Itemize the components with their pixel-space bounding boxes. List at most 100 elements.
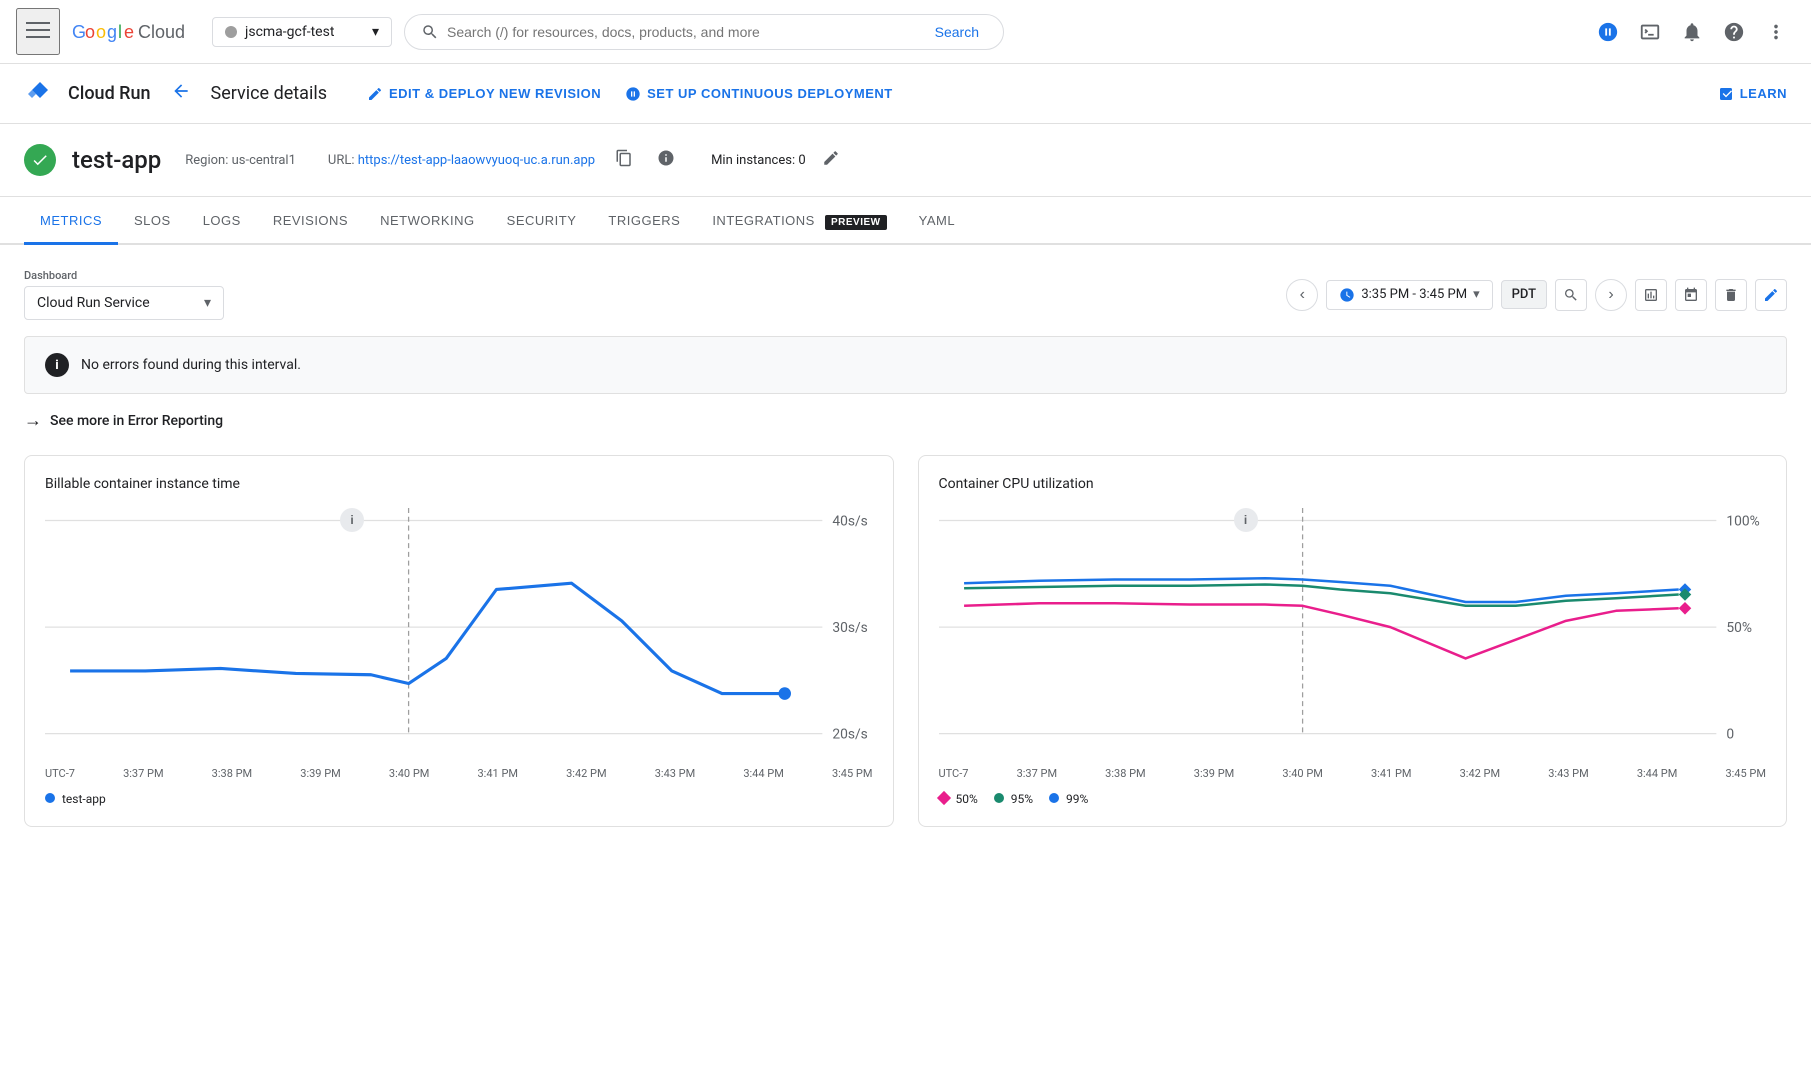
service-status-icon — [24, 144, 56, 176]
notifications-button[interactable] — [1673, 13, 1711, 51]
error-reporting-label: See more in Error Reporting — [50, 413, 223, 429]
svg-text:G: G — [72, 22, 86, 42]
terminal-button[interactable] — [1631, 13, 1669, 51]
svg-text:o: o — [85, 22, 95, 42]
top-navigation: G o o g l e Cloud jscma-gcf-test ▾ Searc… — [0, 0, 1811, 64]
min-instances: Min instances: 0 — [711, 153, 806, 168]
cpu-chart-card: Container CPU utilization i — [918, 455, 1788, 827]
compare-button[interactable] — [1635, 279, 1667, 311]
page-title: Service details — [211, 83, 327, 104]
calendar-button[interactable] — [1675, 279, 1707, 311]
billable-chart-card: Billable container instance time i 40s/s — [24, 455, 894, 827]
cpu-chart-legend: 50% 95% 99% — [939, 792, 1767, 806]
time-range-selector[interactable]: 3:35 PM - 3:45 PM ▾ — [1326, 280, 1492, 310]
chevron-down-icon2: ▾ — [1473, 287, 1480, 302]
time-prev-button[interactable]: ‹ — [1286, 279, 1318, 311]
tab-slos[interactable]: SLOS — [118, 199, 187, 245]
time-next-button[interactable]: › — [1595, 279, 1627, 311]
svg-text:30s/s: 30s/s — [832, 620, 867, 636]
more-options-button[interactable] — [1757, 13, 1795, 51]
tab-yaml[interactable]: YAML — [903, 199, 971, 245]
error-reporting-link[interactable]: → See more in Error Reporting — [24, 410, 1787, 431]
menu-button[interactable] — [16, 8, 60, 55]
dashboard-controls: Dashboard Cloud Run Service ▾ ‹ 3:35 PM … — [24, 269, 1787, 320]
search-icon — [421, 23, 439, 41]
tab-revisions[interactable]: REVISIONS — [257, 199, 364, 245]
svg-text:100%: 100% — [1726, 514, 1759, 530]
info-button[interactable] — [653, 145, 679, 176]
project-name: jscma-gcf-test — [245, 24, 334, 40]
dashboard-value: Cloud Run Service — [37, 295, 150, 311]
billable-chart-area: i 40s/s 30s/s 20s/s — [45, 508, 873, 780]
line50-end — [1678, 602, 1691, 615]
project-selector[interactable]: jscma-gcf-test ▾ — [212, 17, 392, 47]
charts-row: Billable container instance time i 40s/s — [24, 455, 1787, 827]
google-cloud-logo: G o o g l e Cloud — [72, 20, 192, 44]
cloud-run-logo: Cloud Run — [24, 78, 151, 110]
legend-dot-99 — [1049, 793, 1059, 803]
service-url-link[interactable]: https://test-app-laaowvyuoq-uc.a.run.app — [358, 153, 595, 168]
search-input[interactable] — [447, 24, 919, 40]
cloud-run-icon — [24, 78, 56, 110]
dashboard-select[interactable]: Cloud Run Service ▾ — [24, 286, 224, 320]
help-button[interactable] — [1715, 13, 1753, 51]
tab-triggers[interactable]: TRIGGERS — [592, 199, 696, 245]
svg-text:Cloud: Cloud — [138, 22, 185, 42]
info-icon-circle: i — [45, 353, 69, 377]
cpu-chart-svg: 100% 50% 0 — [939, 508, 1767, 759]
error-banner-text: No errors found during this interval. — [81, 357, 301, 373]
error-banner: i No errors found during this interval. — [24, 336, 1787, 394]
service-url-label: URL: https://test-app-laaowvyuoq-uc.a.ru… — [328, 153, 595, 168]
legend-dot-testapp — [45, 793, 55, 803]
tabs-bar: METRICS SLOS LOGS REVISIONS NETWORKING S… — [0, 197, 1811, 245]
billable-chart-legend: test-app — [45, 792, 873, 806]
continuous-deploy-button[interactable]: SET UP CONTINUOUS DEPLOYMENT — [625, 86, 893, 102]
svg-text:20s/s: 20s/s — [832, 727, 867, 743]
search-bar[interactable]: Search — [404, 14, 1004, 50]
cpu-x-labels: UTC-7 3:37 PM 3:38 PM 3:39 PM 3:40 PM 3:… — [939, 767, 1767, 780]
back-button[interactable] — [167, 77, 195, 111]
copy-url-button[interactable] — [611, 145, 637, 176]
chevron-down-icon: ▾ — [372, 24, 379, 40]
service-name: test-app — [72, 146, 161, 174]
timezone-badge: PDT — [1501, 280, 1547, 309]
clock-icon — [1339, 287, 1355, 303]
tab-metrics[interactable]: METRICS — [24, 199, 118, 245]
svg-text:l: l — [118, 22, 122, 42]
legend-diamond-50 — [936, 791, 950, 805]
chevron-down-icon: ▾ — [204, 295, 211, 311]
edit-dashboard-button[interactable] — [1755, 279, 1787, 311]
metrics-content: Dashboard Cloud Run Service ▾ ‹ 3:35 PM … — [0, 245, 1811, 851]
tab-security[interactable]: SECURITY — [491, 199, 593, 245]
dashboard-label: Dashboard — [24, 269, 224, 282]
billable-chart-info-button[interactable]: i — [340, 508, 364, 532]
svg-text:0: 0 — [1726, 727, 1734, 743]
tab-logs[interactable]: LOGS — [187, 199, 257, 245]
service-region: Region: us-central1 — [185, 153, 296, 168]
edit-min-instances-button[interactable] — [822, 149, 840, 172]
tab-networking[interactable]: NETWORKING — [364, 199, 491, 245]
delete-button[interactable] — [1715, 279, 1747, 311]
time-range-value: 3:35 PM - 3:45 PM — [1361, 287, 1467, 302]
billable-chart-title: Billable container instance time — [45, 476, 873, 492]
cpu-chart-area: i — [939, 508, 1767, 780]
learn-button[interactable]: LEARN — [1718, 86, 1787, 102]
arrow-right-icon: → — [24, 410, 42, 431]
svg-text:e: e — [124, 22, 134, 42]
billable-chart-svg: 40s/s 30s/s 20s/s — [45, 508, 873, 759]
tab-integrations[interactable]: INTEGRATIONS PREVIEW — [696, 199, 902, 245]
nav-icons — [1589, 13, 1795, 51]
gemini-button[interactable] — [1589, 13, 1627, 51]
edit-deploy-button[interactable]: EDIT & DEPLOY NEW REVISION — [367, 86, 601, 102]
cpu-chart-info-button[interactable]: i — [1234, 508, 1258, 532]
zoom-button[interactable] — [1555, 279, 1587, 311]
svg-text:50%: 50% — [1726, 620, 1752, 636]
service-info-bar: test-app Region: us-central1 URL: https:… — [0, 124, 1811, 197]
svg-text:g: g — [107, 22, 117, 42]
legend-dot-95 — [994, 793, 1004, 803]
search-button[interactable]: Search — [927, 24, 987, 40]
svg-text:o: o — [96, 22, 106, 42]
cloud-run-title: Cloud Run — [68, 83, 151, 104]
billable-x-labels: UTC-7 3:37 PM 3:38 PM 3:39 PM 3:40 PM 3:… — [45, 767, 873, 780]
svg-text:40s/s: 40s/s — [832, 514, 867, 530]
